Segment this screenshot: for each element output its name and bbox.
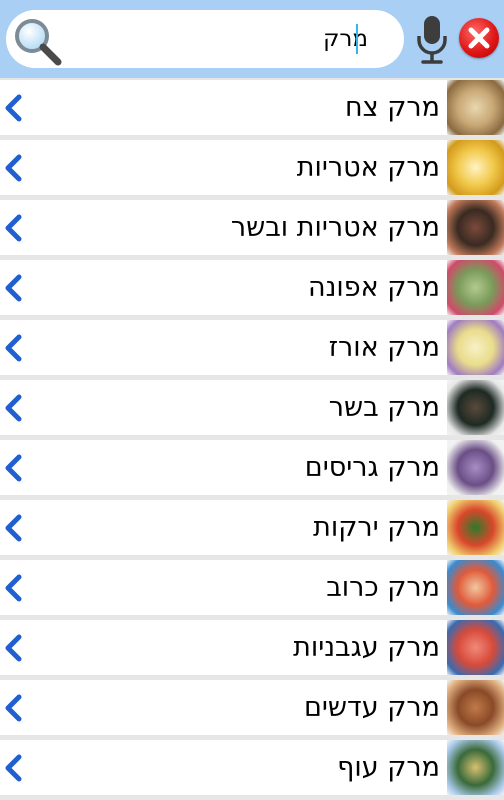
soup-thumbnail: [447, 80, 504, 135]
chevron-left-icon: [5, 154, 22, 182]
chevron-left-icon: [5, 694, 22, 722]
soup-thumbnail: [447, 320, 504, 375]
result-row[interactable]: מרק אטריות: [0, 140, 504, 195]
result-label: מרק בשר: [328, 392, 440, 423]
microphone-icon[interactable]: [412, 12, 452, 66]
search-header: [0, 0, 504, 78]
soup-thumbnail: [447, 380, 504, 435]
result-label: מרק עגבניות: [293, 632, 440, 663]
soup-thumbnail: [447, 500, 504, 555]
chevron-left-icon: [5, 454, 22, 482]
text-cursor: [356, 24, 358, 54]
soup-thumbnail: [447, 560, 504, 615]
result-row[interactable]: מרק גריסים: [0, 440, 504, 495]
magnifier-icon[interactable]: [12, 16, 62, 66]
chevron-left-icon: [5, 394, 22, 422]
result-row[interactable]: מרק עגבניות: [0, 620, 504, 675]
soup-thumbnail: [447, 680, 504, 735]
chevron-left-icon: [5, 214, 22, 242]
result-row[interactable]: מרק ירקות: [0, 500, 504, 555]
result-label: מרק גריסים: [304, 452, 440, 483]
result-label: מרק עוף: [337, 752, 440, 783]
result-row[interactable]: מרק בשר: [0, 380, 504, 435]
result-label: מרק צח: [345, 92, 440, 123]
chevron-left-icon: [5, 334, 22, 362]
result-label: מרק עדשים: [303, 692, 440, 723]
chevron-left-icon: [5, 754, 22, 782]
chevron-left-icon: [5, 94, 22, 122]
result-row[interactable]: מרק עדשים: [0, 680, 504, 735]
result-row[interactable]: מרק אורז: [0, 320, 504, 375]
result-label: מרק אטריות: [296, 152, 440, 183]
result-row[interactable]: מרק עוף: [0, 740, 504, 795]
chevron-left-icon: [5, 514, 22, 542]
soup-thumbnail: [447, 740, 504, 795]
soup-thumbnail: [447, 140, 504, 195]
chevron-left-icon: [5, 634, 22, 662]
search-field[interactable]: [6, 10, 404, 68]
result-label: מרק כרוב: [326, 572, 440, 603]
result-label: מרק אטריות ובשר: [230, 212, 440, 243]
result-row[interactable]: מרק אפונה: [0, 260, 504, 315]
soup-thumbnail: [447, 260, 504, 315]
result-label: מרק אורז: [328, 332, 440, 363]
soup-thumbnail: [447, 200, 504, 255]
close-icon: [468, 27, 490, 49]
result-label: מרק אפונה: [307, 272, 440, 303]
result-row[interactable]: מרק כרוב: [0, 560, 504, 615]
result-row[interactable]: מרק אטריות ובשר: [0, 200, 504, 255]
chevron-left-icon: [5, 274, 22, 302]
result-label: מרק ירקות: [313, 512, 440, 543]
soup-thumbnail: [447, 440, 504, 495]
result-row[interactable]: מרק צח: [0, 80, 504, 135]
search-input[interactable]: [68, 21, 368, 57]
chevron-left-icon: [5, 574, 22, 602]
soup-thumbnail: [447, 620, 504, 675]
clear-search-button[interactable]: [459, 18, 499, 58]
